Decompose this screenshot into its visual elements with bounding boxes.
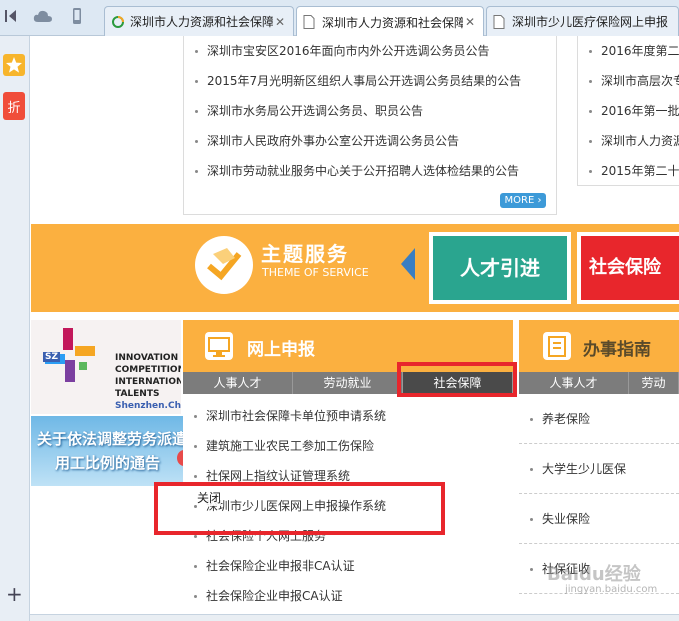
innovation-line: INTERNATIONAL <box>115 377 181 387</box>
web-page: 深圳市宝安区2016年面向市内外公开选调公务员公告 2015年7月光明新区组织人事… <box>31 36 679 614</box>
guide-panel-title: 办事指南 <box>583 340 651 360</box>
news-link[interactable]: 2016年第一批在职 <box>578 96 679 126</box>
loading-icon <box>111 15 125 29</box>
theme-service-banner: 主题服务 THEME OF SERVICE 人才引进 社会保险 <box>31 224 679 312</box>
innovation-line: INNOVATION <box>115 353 179 363</box>
baidu-watermark-url: jingyan.baidu.com <box>565 584 658 595</box>
add-icon[interactable]: + <box>6 584 23 604</box>
online-service-link[interactable]: 社会保险企业申报非CA认证 <box>183 551 513 581</box>
news-link[interactable]: 2015年第二十三批 <box>578 156 679 186</box>
news-link[interactable]: 深圳市水务局公开选调公务员、职员公告 <box>184 96 556 126</box>
news-link[interactable]: 2016年度第二批次 <box>578 36 679 66</box>
innovation-line: Shenzhen.China <box>115 401 181 411</box>
tab-title: 深圳市人力资源和社会保障局 <box>130 15 273 29</box>
innovation-line: TALENTS <box>115 389 160 399</box>
close-icon[interactable]: ✕ <box>463 15 477 29</box>
talent-intro-card[interactable]: 人才引进 <box>429 232 571 304</box>
guide-sub-tabs: 人事人才 劳动 <box>519 372 679 394</box>
news-link[interactable]: 2015年7月光明新区组织人事局公开选调公务员结果的公告 <box>184 66 556 96</box>
discount-icon[interactable]: 折 <box>3 92 25 120</box>
news-list-right: 2016年度第二批次深圳市高层次专2016年第一批在职深圳市人力资源和2015年… <box>577 36 679 186</box>
close-icon[interactable]: ✕ <box>273 15 287 29</box>
tab-title: 深圳市人力资源和社会保障局 <box>322 15 463 30</box>
tab-guide-personnel[interactable]: 人事人才 <box>519 372 629 394</box>
guide-link[interactable]: 大学生少儿医保 <box>519 444 679 494</box>
news-link[interactable]: 深圳市劳动就业服务中心关于公开招聘人选体检结果的公告 <box>184 156 556 186</box>
more-label: MORE <box>504 195 535 206</box>
news-link[interactable]: 深圳市宝安区2016年面向市内外公开选调公务员公告 <box>184 36 556 66</box>
social-insurance-card[interactable]: 社会保险 <box>577 232 679 304</box>
tab-hrss-1[interactable]: 深圳市人力资源和社会保障局 ✕ <box>104 6 294 36</box>
online-service-link[interactable]: 社会保险企业申报CA认证 <box>183 581 513 611</box>
innovation-banner[interactable]: SZ INNOVATION COMPETITION INTERNATIONAL TAL… <box>31 320 181 414</box>
guide-book-icon <box>543 332 571 360</box>
news-link[interactable]: 深圳市人民政府外事办公室公开选调公务员公告 <box>184 126 556 156</box>
discount-label: 折 <box>7 101 21 116</box>
news-link[interactable]: 深圳市人力资源和 <box>578 126 679 156</box>
notice-line-1: 关于依法调整劳务派遣 <box>37 430 188 448</box>
highlight-children-medical-system <box>154 482 445 535</box>
online-service-link[interactable]: 建筑施工业农民工参加工伤保险 <box>183 431 513 461</box>
theme-logo-icon <box>195 236 253 294</box>
tab-labor-employment[interactable]: 劳动就业 <box>293 372 403 394</box>
tab-title: 深圳市少儿医疗保险网上申报 <box>512 15 669 29</box>
browser-status-bar <box>30 614 679 621</box>
news-list: 深圳市宝安区2016年面向市内外公开选调公务员公告 2015年7月光明新区组织人事… <box>183 36 557 215</box>
tab-children-insurance[interactable]: 深圳市少儿医疗保险网上申报 <box>486 6 679 36</box>
innovation-text: INNOVATION COMPETITION INTERNATIONAL TALENT… <box>115 352 181 412</box>
talent-intro-label: 人才引进 <box>433 236 567 300</box>
more-button[interactable]: MORE › <box>500 193 546 208</box>
browser-sidebar: 折 + <box>0 36 30 621</box>
guide-link[interactable]: 失业保险 <box>519 494 679 544</box>
baidu-watermark: Baidu经验 <box>547 564 641 585</box>
banner-subtitle: THEME OF SERVICE <box>262 266 369 279</box>
cloud-icon[interactable] <box>32 8 54 28</box>
tab-guide-labor[interactable]: 劳动 <box>629 372 679 394</box>
social-insurance-label: 社会保险 <box>581 236 679 300</box>
notice-line-2: 用工比例的通告 <box>55 454 161 472</box>
monitor-icon <box>205 332 233 360</box>
guide-panel-header: 办事指南 <box>519 320 679 372</box>
highlight-social-security-tab <box>397 362 517 397</box>
online-panel-title: 网上申报 <box>247 340 315 360</box>
add-glyph: + <box>6 582 23 606</box>
guide-link[interactable]: 养老保险 <box>519 394 679 444</box>
phone-icon[interactable] <box>66 8 88 28</box>
page-icon <box>493 14 507 29</box>
banner-title: 主题服务 <box>261 242 349 266</box>
tab-hrss-2[interactable]: 深圳市人力资源和社会保障局 ✕ <box>296 6 484 37</box>
page-icon <box>303 15 317 29</box>
back-icon[interactable] <box>2 8 24 28</box>
news-link[interactable]: 深圳市高层次专 <box>578 66 679 96</box>
tab-personnel-talent[interactable]: 人事人才 <box>183 372 293 394</box>
sz-mark: SZ <box>43 352 61 362</box>
favorites-star-icon[interactable] <box>3 54 25 76</box>
banner-prev-arrow[interactable] <box>401 248 415 280</box>
browser-tab-bar: 深圳市人力资源和社会保障局 ✕ 深圳市人力资源和社会保障局 ✕ 深圳市少儿医疗保… <box>0 0 679 37</box>
innovation-line: COMPETITION <box>115 365 181 375</box>
online-service-link[interactable]: 深圳市社会保障卡单位预申请系统 <box>183 401 513 431</box>
